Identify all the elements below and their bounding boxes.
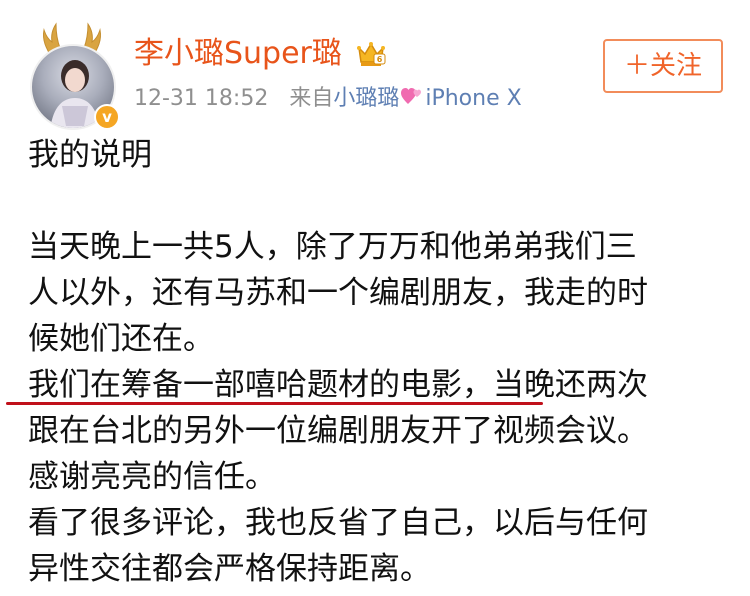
post-line: 跟在台北的另外一位编剧朋友开了视频会议。 [28, 413, 648, 449]
post-line: 异性交往都会严格保持距离。 [28, 551, 431, 587]
verified-badge-icon: v [94, 104, 120, 130]
follow-button[interactable]: ＋关注 [603, 39, 723, 93]
post-line: 感谢亮亮的信任。 [28, 459, 276, 495]
svg-text:6: 6 [377, 55, 383, 64]
post-timestamp[interactable]: 12-31 18:52 [134, 86, 268, 111]
vip-crown-icon: 6 [357, 42, 386, 66]
post-title: 我的说明 [28, 137, 152, 173]
source-name[interactable]: 小璐璐 [333, 86, 399, 111]
source-device[interactable]: iPhone X [425, 86, 521, 111]
avatar-container[interactable]: v [22, 18, 122, 130]
post-line: 当天晚上一共5人，除了万万和他弟弟我们三 [28, 229, 637, 265]
post-line: 候她们还在。 [28, 321, 214, 357]
post-meta: 12-31 18:52 来自小璐璐 iPhone X [134, 84, 522, 114]
post-body: 我的说明 当天晚上一共5人，除了万万和他弟弟我们三 人以外，还有马苏和一个编剧朋… [28, 132, 738, 592]
post-line: 人以外，还有马苏和一个编剧朋友，我走的时 [28, 275, 648, 311]
red-underline-annotation [6, 402, 543, 405]
post-line: 看了很多评论，我也反省了自己，以后与任何 [28, 505, 648, 541]
source-prefix: 来自 [289, 86, 334, 111]
username[interactable]: 李小璐Super璐 [134, 34, 342, 74]
pink-hearts-icon [401, 88, 422, 104]
